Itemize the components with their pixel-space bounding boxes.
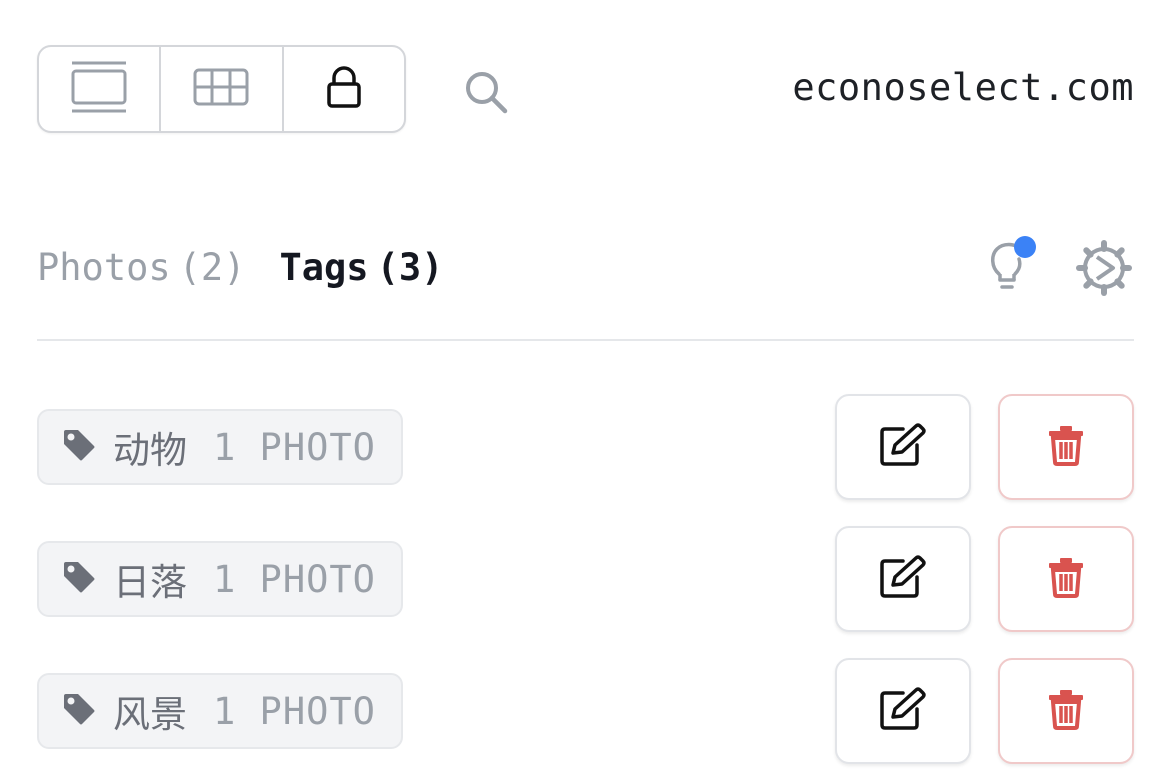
tab-tags-count: (3) [376, 246, 444, 289]
edit-tag-button[interactable] [835, 658, 971, 764]
delete-tag-button[interactable] [998, 526, 1134, 632]
tab-photos-count: (2) [178, 246, 246, 289]
edit-tag-button[interactable] [835, 394, 971, 500]
tag-chip[interactable]: 风景 1 PHOTO [37, 673, 403, 749]
hint-button[interactable] [985, 236, 1041, 296]
tag-name: 日落 [113, 561, 187, 604]
tab-tags[interactable]: Tags (3) [279, 240, 443, 296]
tag-icon [61, 427, 97, 467]
grid-view-icon [193, 68, 249, 110]
divider [37, 339, 1134, 341]
tag-photo-count: 1 PHOTO [213, 689, 376, 733]
lock-icon [326, 66, 362, 112]
tag-name: 动物 [113, 429, 187, 472]
search-button[interactable] [460, 68, 512, 120]
tag-row: 日落 1 PHOTO [37, 526, 1134, 632]
tab-tags-label: Tags [279, 246, 369, 289]
tab-photos[interactable]: Photos (2) [37, 240, 245, 296]
tag-name: 风景 [113, 693, 187, 736]
edit-icon [879, 687, 927, 735]
edit-tag-button[interactable] [835, 526, 971, 632]
notification-dot [1014, 236, 1036, 258]
settings-button[interactable] [1074, 238, 1134, 298]
tag-chip[interactable]: 动物 1 PHOTO [37, 409, 403, 485]
trash-icon [1048, 556, 1084, 602]
search-icon [463, 69, 509, 119]
single-view-button[interactable] [39, 47, 159, 131]
trash-icon [1048, 424, 1084, 470]
trash-icon [1048, 688, 1084, 734]
gear-icon [1074, 240, 1134, 302]
tag-photo-count: 1 PHOTO [213, 557, 376, 601]
delete-tag-button[interactable] [998, 394, 1134, 500]
tag-icon [61, 691, 97, 731]
site-name[interactable]: econoselect.com [792, 62, 1134, 114]
tag-photo-count: 1 PHOTO [213, 425, 376, 469]
view-mode-toggle [37, 45, 406, 133]
edit-icon [879, 555, 927, 603]
tag-row: 动物 1 PHOTO [37, 394, 1134, 500]
grid-view-button[interactable] [159, 47, 281, 131]
tab-photos-label: Photos [37, 246, 171, 289]
delete-tag-button[interactable] [998, 658, 1134, 764]
edit-icon [879, 423, 927, 471]
private-view-button[interactable] [281, 47, 404, 131]
tag-icon [61, 559, 97, 599]
tab-bar: Photos (2) Tags (3) [37, 240, 443, 296]
single-view-icon [70, 60, 128, 118]
tag-row: 风景 1 PHOTO [37, 658, 1134, 764]
tag-chip[interactable]: 日落 1 PHOTO [37, 541, 403, 617]
